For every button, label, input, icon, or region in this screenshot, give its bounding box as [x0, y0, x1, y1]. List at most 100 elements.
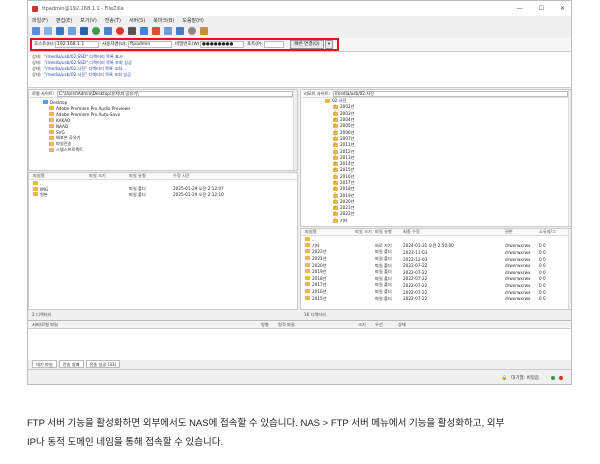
file-row[interactable]: 원본 파일 폴더 2025-01-29 오전 2:12:10	[29, 192, 297, 198]
file-name: 2019년	[301, 269, 355, 275]
menu-bookmarks[interactable]: 북마크(B)	[153, 17, 174, 24]
col-direction[interactable]: 방향	[261, 322, 269, 328]
file-permissions: drwxrwxrwx	[505, 249, 531, 255]
remote-list-scrollbar[interactable]	[568, 229, 571, 309]
menu-transfer[interactable]: 전송(T)	[105, 17, 121, 24]
user-input[interactable]: ftpadmin	[128, 41, 172, 48]
file-row[interactable]: 2016년 파일 폴더 2022-07-22 drwxrwxrwx 0 0	[301, 289, 571, 296]
close-button[interactable]: ✕	[560, 5, 565, 12]
menu-view[interactable]: 보기(V)	[80, 17, 97, 24]
remote-tree-scrollbar[interactable]	[568, 90, 571, 226]
col-filename[interactable]: 파일명	[301, 229, 355, 235]
tree-item[interactable]: 스텔스프로젝트	[29, 147, 297, 153]
local-path-bar: 로컬 사이트: C:\Users\Admin\Desktop\유저\지 공유기\	[29, 90, 297, 98]
toggle-remote-tree-icon[interactable]	[68, 27, 76, 35]
file-type: 파일 폴더	[375, 282, 392, 288]
caption-line: IP나 동적 도메인 네임을 통해 접속할 수 있습니다.	[27, 437, 224, 448]
tab-successful-transfers[interactable]: 전송 성공 (33)	[85, 360, 121, 368]
file-owner: 0 0	[539, 249, 546, 255]
col-size[interactable]: 크기	[358, 322, 366, 328]
col-type[interactable]: 파일 유형	[375, 229, 403, 235]
tree-item-label: 2011년	[340, 142, 355, 148]
menu-server[interactable]: 서버(S)	[129, 17, 145, 24]
tab-failed-transfers[interactable]: 전송 실패	[58, 360, 84, 368]
unknown-folder-icon	[333, 161, 338, 167]
log-status: 상태:	[32, 72, 42, 77]
window-title: ftpadmin@192.168.1.1 - FileZilla	[42, 5, 124, 12]
tree-item-label: NAAD	[56, 123, 69, 129]
file-name-text: 2020년	[312, 262, 327, 268]
col-priority[interactable]: 우선	[375, 322, 383, 328]
filter-icon[interactable]	[152, 27, 160, 35]
reconnect-icon[interactable]	[140, 27, 148, 35]
quickconnect-dropdown[interactable]: ▾	[325, 40, 333, 49]
file-row[interactable]: 2021년 파일 폴더 2022-12-03 drwxrwxrwx 0 0	[301, 256, 571, 263]
transfer-queue: 서버/로컬 파일 방향 원격 파일 크기 우선 상태	[28, 320, 571, 360]
col-size[interactable]: 파일 크기	[89, 173, 129, 179]
toggle-tree-icon[interactable]	[56, 27, 64, 35]
menu-file[interactable]: 파일(F)	[32, 17, 48, 24]
disconnect-icon[interactable]	[128, 27, 136, 35]
toggle-log-icon[interactable]	[44, 27, 52, 35]
status-bar: 🔒 대기열: 비었음	[28, 369, 571, 384]
col-status[interactable]: 상태	[398, 322, 406, 328]
local-path-input[interactable]: C:\Users\Admin\Desktop\유저\지 공유기\	[57, 90, 293, 97]
site-manager-icon[interactable]	[32, 27, 40, 35]
host-input[interactable]: 192.168.1.1	[55, 41, 99, 48]
file-row[interactable]: 2018년 파일 폴더 2022-07-22 drwxrwxrwx 0 0	[301, 275, 571, 283]
tab-queued-files[interactable]: 대기 파일	[32, 360, 57, 368]
file-row[interactable]: 2019년 파일 폴더 2022-07-22 drwxrwxrwx 0 0	[301, 269, 571, 276]
file-name: 기타	[301, 242, 355, 249]
quickconnect-button[interactable]: 빠른 연결(Q)	[290, 40, 324, 49]
sync-browse-icon[interactable]	[176, 27, 184, 35]
col-server-local-file[interactable]: 서버/로컬 파일	[32, 322, 58, 328]
unknown-folder-icon	[333, 142, 338, 148]
remote-tree: 02.사진2002년2003년2004년2005년2006년2007년2011년…	[301, 98, 571, 224]
binoculars-icon[interactable]	[200, 27, 208, 35]
file-mtime: 2022-07-22	[403, 269, 428, 275]
compare-icon[interactable]	[164, 27, 172, 35]
menu-help[interactable]: 도움말(H)	[182, 17, 203, 24]
file-name-text: 2022년	[312, 249, 327, 255]
file-row[interactable]: ..	[301, 236, 571, 243]
menu-edit[interactable]: 편집(E)	[56, 17, 72, 24]
port-input[interactable]	[264, 41, 284, 48]
col-mtime[interactable]: 최종 수정	[403, 229, 505, 235]
local-tree-scrollbar[interactable]	[293, 90, 297, 170]
host-label: 호스트(H):	[34, 42, 55, 47]
tree-item[interactable]: 기타	[301, 217, 571, 224]
file-mtime: 2022-07-22	[403, 276, 428, 282]
file-row[interactable]: 2020년 파일 폴더 2022-07-22 drwxrwxrwx 0 0	[301, 262, 571, 269]
col-owner[interactable]: 소유자/그	[539, 229, 569, 235]
col-remote-file[interactable]: 원격 파일	[278, 322, 295, 328]
unknown-folder-icon	[333, 173, 338, 179]
remote-path-input[interactable]: /media/usb/02.사진	[332, 90, 568, 97]
unknown-folder-icon	[333, 217, 338, 223]
file-name: 2016년	[301, 289, 355, 295]
maximize-button[interactable]: ☐	[539, 5, 544, 12]
col-mtime[interactable]: 수정 시간	[173, 173, 253, 179]
file-row[interactable]: 2015년 파일 폴더 2022-07-22 drwxrwxrwx 0 0	[301, 295, 571, 302]
queue-tabs: 대기 파일 전송 실패 전송 성공 (33)	[28, 360, 571, 369]
file-row[interactable]: 2022년 파일 폴더 2023-11-03 drwxrwxrwx 0 0	[301, 249, 571, 256]
folder-icon	[43, 100, 48, 104]
refresh-icon[interactable]	[92, 27, 100, 35]
file-permissions: drwxrwxrwx	[505, 282, 531, 288]
process-queue-icon[interactable]	[104, 27, 112, 35]
col-permissions[interactable]: 권한	[505, 229, 539, 235]
file-owner: 0 0	[539, 243, 546, 249]
cancel-icon[interactable]	[116, 27, 124, 35]
file-row[interactable]: 기타 바로 가기 2024-01-31 오전 2:50:00 drwxrwxrwx 0 …	[301, 242, 571, 250]
col-type[interactable]: 파일 유형	[129, 173, 173, 179]
search-icon[interactable]	[188, 27, 196, 35]
file-name: 2015년	[301, 295, 355, 302]
lock-icon: 🔒	[501, 375, 508, 381]
password-input[interactable]: ●●●●●●●●	[200, 41, 244, 48]
toggle-queue-icon[interactable]	[80, 27, 88, 35]
tree-item-label: 2012년	[340, 148, 355, 154]
filezilla-app-icon	[32, 5, 38, 12]
col-size[interactable]: 파일 크기	[355, 229, 375, 235]
col-filename[interactable]: 파일명	[29, 173, 89, 179]
minimize-button[interactable]: —	[517, 5, 523, 12]
file-row[interactable]: 2017년 파일 폴더 2022-07-22 drwxrwxrwx 0 0	[301, 282, 571, 289]
